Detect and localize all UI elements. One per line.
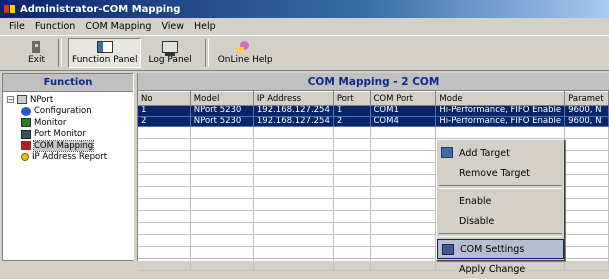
online-help-label: OnLine Help xyxy=(217,55,273,65)
cell-ip-address: 192.168.127.254 xyxy=(253,116,334,127)
tree-item-configuration[interactable]: Configuration xyxy=(3,106,133,118)
tree-item-port-monitor[interactable]: Port Monitor xyxy=(3,129,133,141)
column-header-com-port[interactable]: COM Port xyxy=(370,91,437,106)
online-help-button[interactable]: OnLine Help xyxy=(215,38,276,68)
table-row[interactable]: 1 NPort 5230 192.168.127.254 1 COM1 Hi-P… xyxy=(138,105,609,117)
tree-item-ip-address-report[interactable]: IP Address Report xyxy=(3,152,133,164)
exit-button[interactable]: Exit xyxy=(25,38,48,68)
cell-com-port: COM4 xyxy=(370,116,437,127)
menu-item-com-settings[interactable]: COM Settings xyxy=(437,239,564,259)
function-panel-label: Function Panel xyxy=(72,55,138,65)
ip-report-icon xyxy=(21,153,29,162)
table-row[interactable]: 2 NPort 5230 192.168.127.254 2 COM4 Hi-P… xyxy=(138,116,609,127)
column-header-model[interactable]: Model xyxy=(190,91,254,106)
function-panel-header: Function xyxy=(3,74,133,92)
menu-item-label: COM Settings xyxy=(460,243,525,255)
menu-item-label: Enable xyxy=(459,195,492,207)
menu-item-label: Add Target xyxy=(459,147,510,159)
title-bar: Administrator-COM Mapping xyxy=(0,0,609,18)
toolbar-separator xyxy=(58,39,63,67)
column-header-no[interactable]: No xyxy=(138,91,191,106)
menu-com-mapping[interactable]: COM Mapping xyxy=(80,21,156,32)
tree-item-monitor[interactable]: Monitor xyxy=(3,117,133,129)
nport-icon xyxy=(17,95,27,105)
function-panel-button[interactable]: Function Panel xyxy=(68,38,142,68)
menu-item-disable[interactable]: Disable xyxy=(437,211,564,231)
collapse-icon[interactable]: − xyxy=(7,96,14,104)
menu-item-enable[interactable]: Enable xyxy=(437,191,564,211)
function-panel-icon xyxy=(96,41,113,53)
tree-item-nport[interactable]: − NPort xyxy=(3,94,133,106)
toolbar-separator xyxy=(204,39,209,67)
menu-bar: File Function COM Mapping View Help xyxy=(0,18,609,35)
tree-item-label: COM Mapping xyxy=(32,139,95,152)
menu-item-remove-target[interactable]: Remove Target xyxy=(437,163,564,183)
app-icon xyxy=(4,3,16,15)
empty-row xyxy=(138,126,609,139)
com-mapping-icon xyxy=(21,141,31,151)
online-help-icon xyxy=(237,41,253,53)
menu-view[interactable]: View xyxy=(156,21,189,32)
tree-item-label: Port Monitor xyxy=(34,129,86,140)
cell-parameters: 9600, N xyxy=(564,105,609,117)
add-target-icon xyxy=(441,147,453,158)
cell-port: 2 xyxy=(333,116,371,127)
column-header-port[interactable]: Port xyxy=(333,91,371,106)
function-panel: Function − NPort Configuration Monitor P… xyxy=(2,73,134,261)
tree-item-label: NPort xyxy=(30,94,54,105)
menu-help[interactable]: Help xyxy=(189,21,221,32)
menu-item-add-target[interactable]: Add Target xyxy=(437,143,564,163)
menu-item-label: Apply Change xyxy=(459,263,526,275)
tree-item-label: IP Address Report xyxy=(32,152,108,163)
menu-item-label: Remove Target xyxy=(459,167,530,179)
cell-mode: Hi-Performance, FIFO Enable xyxy=(435,116,566,127)
menu-file[interactable]: File xyxy=(4,21,30,32)
menu-function[interactable]: Function xyxy=(30,21,80,32)
menu-separator xyxy=(439,233,562,237)
com-settings-icon xyxy=(442,244,454,255)
cell-no: 1 xyxy=(138,105,191,117)
column-header-parameters[interactable]: Paramet xyxy=(564,91,609,106)
cell-ip-address: 192.168.127.254 xyxy=(253,105,334,117)
tree-item-label: Monitor xyxy=(34,117,67,128)
menu-item-label: Disable xyxy=(459,215,495,227)
cell-port: 1 xyxy=(333,105,371,117)
monitor-icon xyxy=(21,118,31,128)
table-header-row: No Model IP Address Port COM Port Mode P… xyxy=(138,91,609,106)
cell-no: 2 xyxy=(138,116,191,127)
config-icon xyxy=(21,106,31,116)
log-panel-button[interactable]: Log Panel xyxy=(145,38,194,68)
function-tree: − NPort Configuration Monitor Port Monit… xyxy=(3,92,133,163)
column-header-mode[interactable]: Mode xyxy=(435,91,566,106)
cell-mode: Hi-Performance, FIFO Enable xyxy=(435,105,566,117)
toolbar: Exit Function Panel Log Panel OnLine Hel… xyxy=(0,35,609,71)
context-menu: Add Target Remove Target Enable Disable … xyxy=(436,139,565,275)
tree-item-com-mapping[interactable]: COM Mapping xyxy=(3,139,133,152)
cell-model: NPort 5230 xyxy=(190,105,254,117)
log-panel-label: Log Panel xyxy=(148,55,192,65)
exit-door-icon xyxy=(29,41,45,53)
com-mapping-header: COM Mapping - 2 COM xyxy=(138,73,609,91)
port-monitor-icon xyxy=(21,129,31,139)
cell-parameters: 9600, N xyxy=(564,116,609,127)
menu-item-apply-change[interactable]: Apply Change xyxy=(437,259,564,279)
menu-separator xyxy=(439,185,562,189)
window-title: Administrator-COM Mapping xyxy=(20,3,181,15)
cell-model: NPort 5230 xyxy=(190,116,254,127)
tree-item-label: Configuration xyxy=(34,106,92,117)
column-header-ip-address[interactable]: IP Address xyxy=(253,91,334,106)
exit-label: Exit xyxy=(28,55,46,65)
cell-com-port: COM1 xyxy=(370,105,437,117)
log-panel-icon xyxy=(162,41,179,56)
